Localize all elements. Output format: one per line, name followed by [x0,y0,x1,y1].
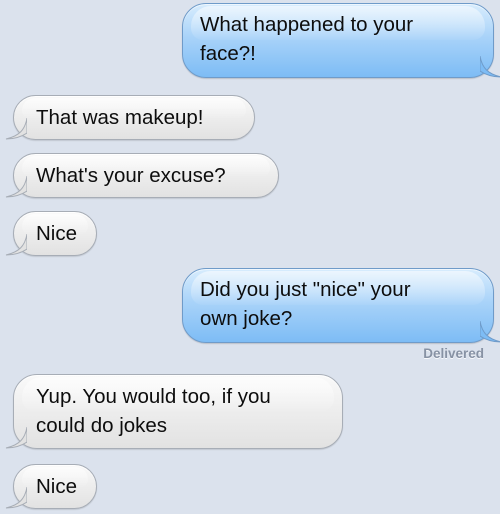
message-bubble-outgoing[interactable]: What happened to your face?! [182,3,500,78]
message-text: What happened to your face?! [200,13,414,65]
message-thread: What happened to your face?! That was ma… [0,0,500,514]
bubble-tail-icon [480,321,500,343]
message-bubble-incoming[interactable]: Nice [5,211,97,256]
message-text: Nice [36,475,78,498]
message-bubble-incoming[interactable]: Nice [5,464,97,509]
delivery-status: Delivered [423,346,484,361]
message-bubble-incoming[interactable]: Yup. You would too, if you could do joke… [5,374,343,449]
bubble-tail-icon [5,487,27,509]
message-bubble-outgoing[interactable]: Did you just "nice" your own joke? [182,268,500,343]
message-text: Yup. You would too, if you could do joke… [36,385,271,437]
message-text: Did you just "nice" your own joke? [200,278,411,330]
bubble-tail-icon [480,56,500,78]
message-text: That was makeup! [36,106,204,129]
bubble-tail-icon [5,427,27,449]
bubble-tail-icon [5,176,27,198]
message-bubble-incoming[interactable]: That was makeup! [5,95,255,140]
message-text: What's your excuse? [36,164,226,187]
message-text: Nice [36,222,78,245]
bubble-tail-icon [5,234,27,256]
bubble-tail-icon [5,118,27,140]
message-bubble-incoming[interactable]: What's your excuse? [5,153,279,198]
